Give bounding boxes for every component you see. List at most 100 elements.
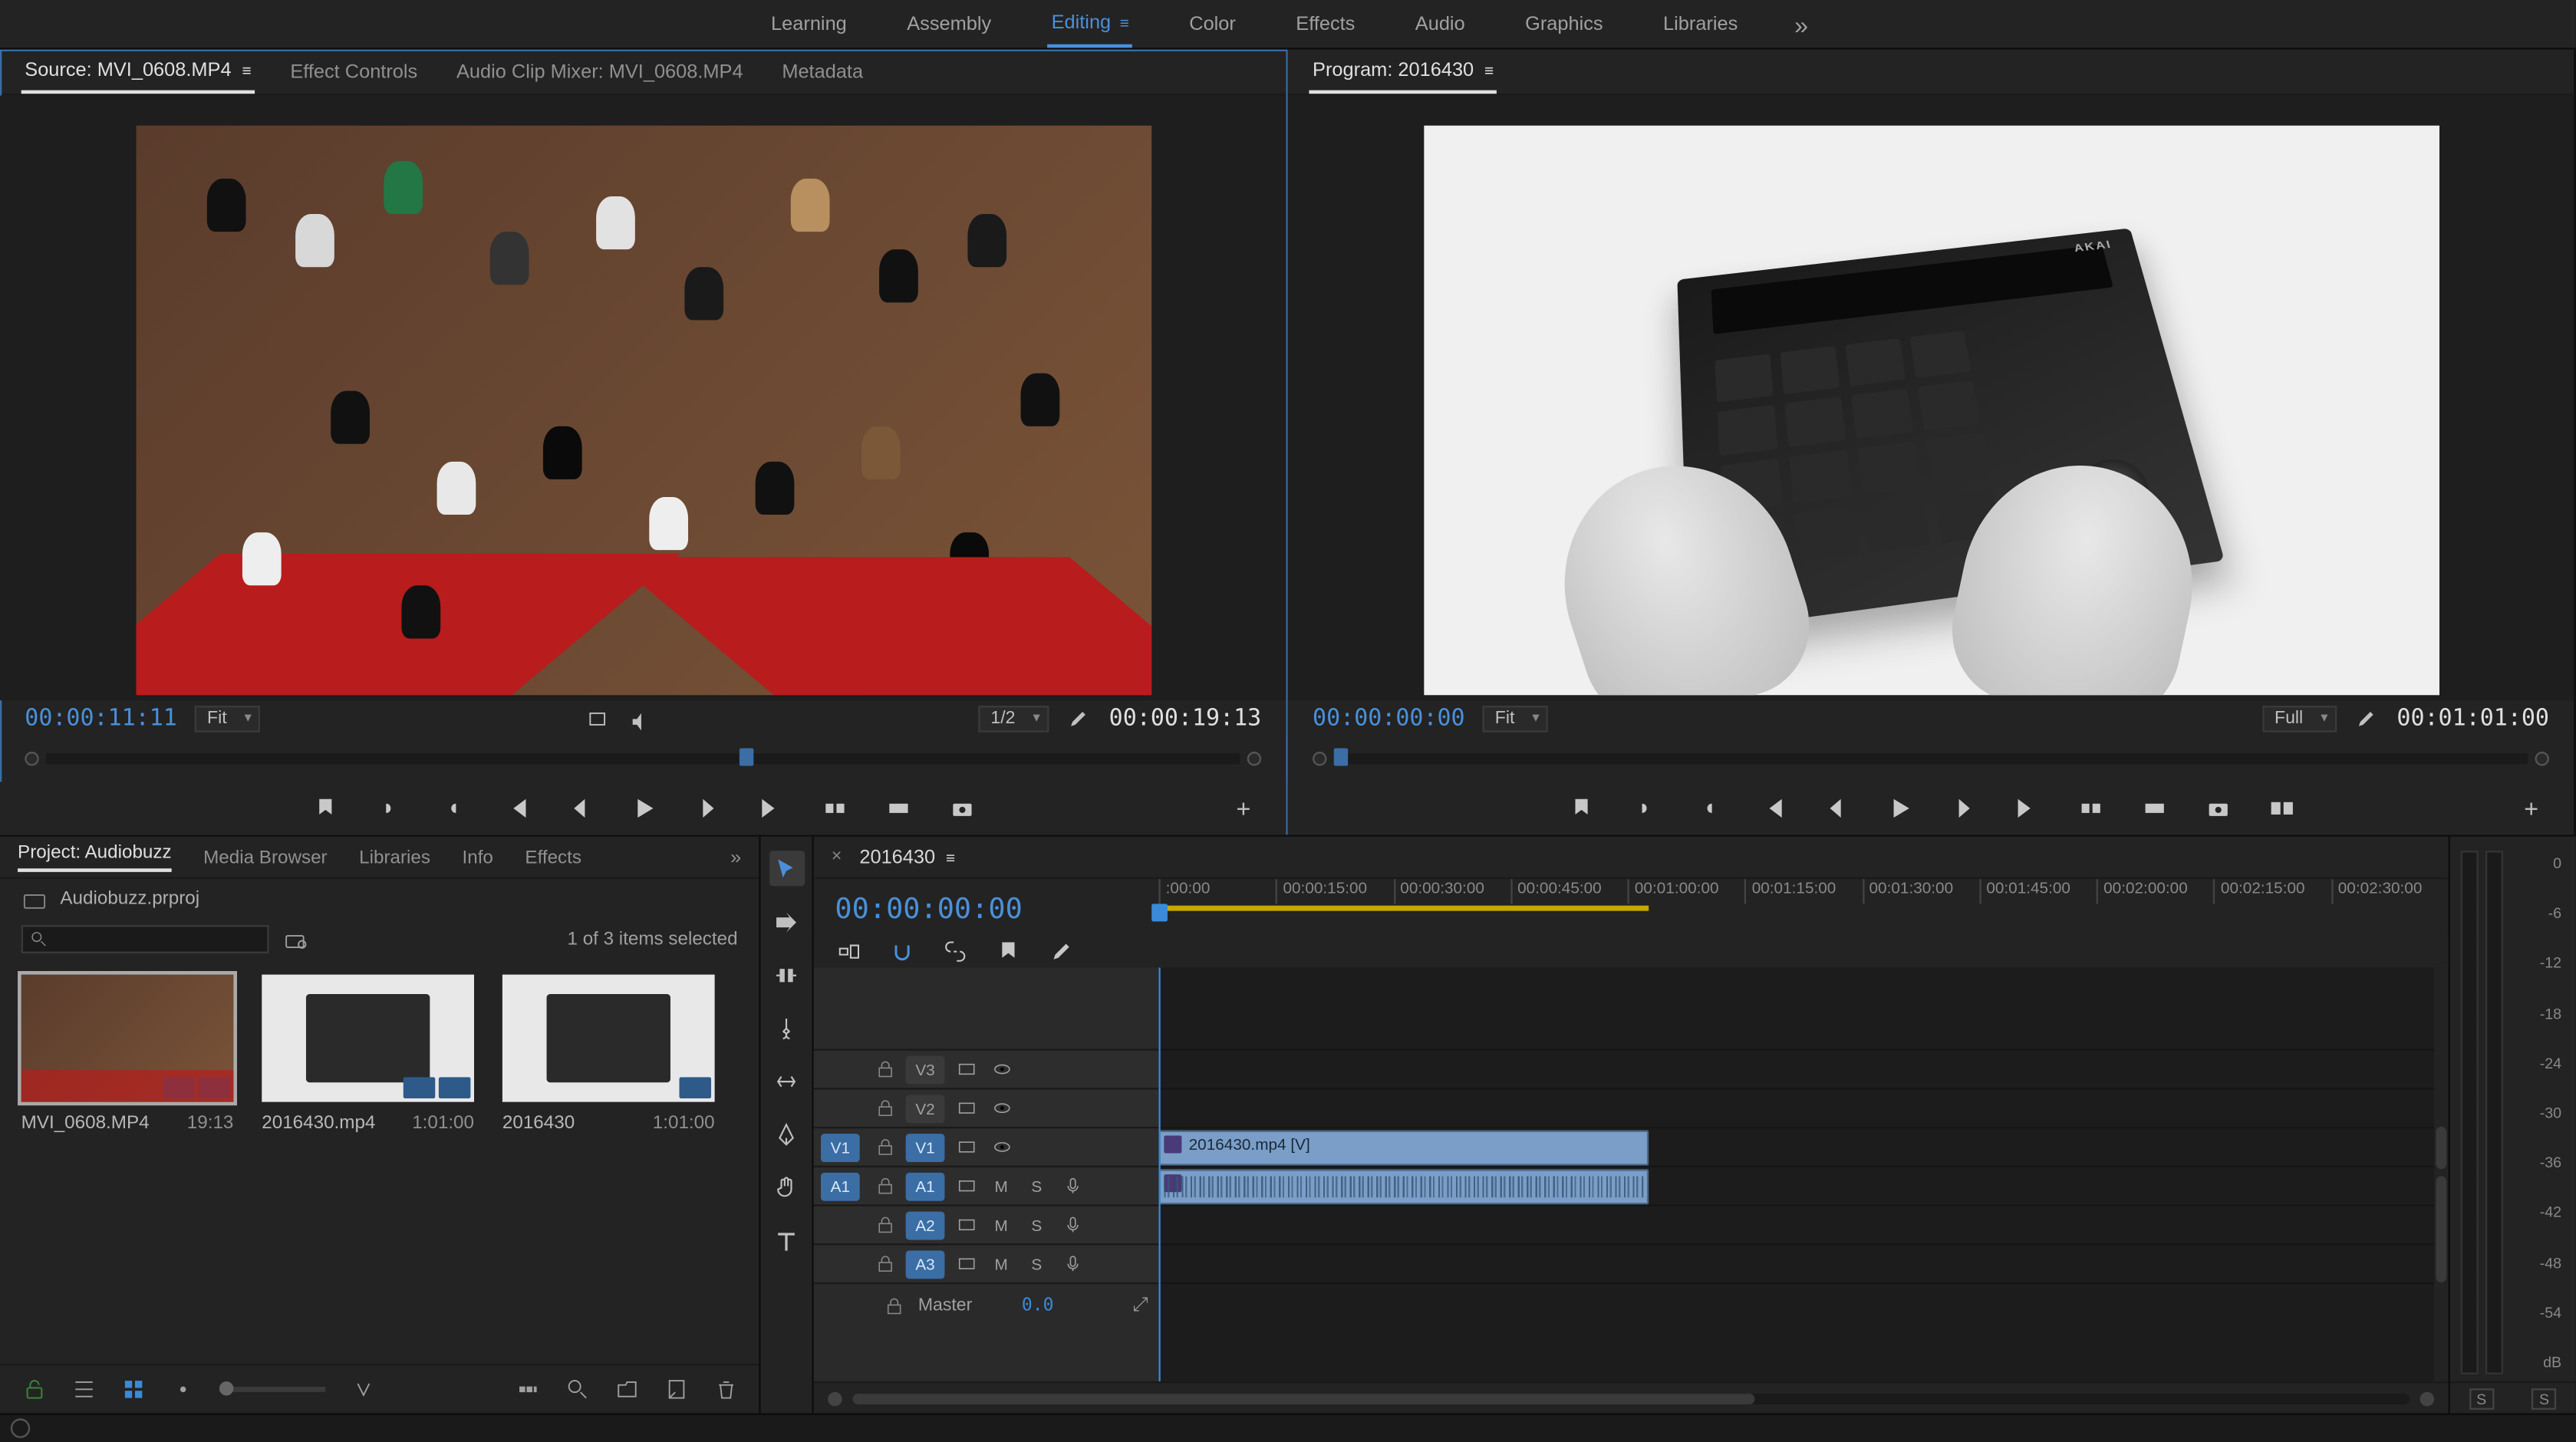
slip-tool[interactable] [769,1063,804,1098]
sync-lock-icon[interactable] [948,1215,983,1234]
project-tab-project[interactable]: Project: Audiobuzz [18,842,172,872]
track-target-badge[interactable]: V3 [906,1055,945,1084]
project-search-input[interactable] [21,925,269,953]
program-settings-icon[interactable] [2354,706,2379,730]
solo-button[interactable]: S [1019,1177,1054,1195]
selection-tool[interactable] [769,851,804,886]
new-bin-button[interactable] [614,1377,638,1401]
toggle-track-output-icon[interactable] [983,1059,1019,1078]
timeline-settings-button[interactable] [1047,937,1076,966]
source-resolution-select[interactable]: 1/2 [978,705,1049,732]
track-header-v1[interactable]: V1 V1 [814,1127,1159,1166]
program-zoom-select[interactable]: Fit [1483,705,1549,732]
timeline-horizontal-scrollbar[interactable] [852,1393,2409,1404]
list-view-button[interactable] [71,1377,95,1401]
voiceover-record-icon[interactable] [1054,1176,1089,1195]
step-back-button[interactable] [565,794,594,822]
lock-icon[interactable] [867,1059,902,1078]
drag-video-only-icon[interactable] [586,706,611,730]
timeline-zoom-in-handle[interactable] [2420,1391,2434,1405]
status-indicator-icon[interactable] [11,1418,30,1437]
lock-icon[interactable] [867,1215,902,1234]
mute-button[interactable]: M [983,1255,1019,1272]
thumbnail-size-slider[interactable] [219,1387,325,1392]
timeline-current-timecode[interactable]: 00:00:00:00 [835,891,1022,924]
track-header-v2[interactable]: V2 [814,1088,1159,1127]
workspace-tab-learning[interactable]: Learning [767,2,850,44]
source-tab-audio-mixer[interactable]: Audio Clip Mixer: MVI_0608.MP4 [453,52,746,91]
program-resolution-select[interactable]: Full [2262,705,2337,732]
find-button[interactable] [565,1377,589,1401]
prog-export-frame-button[interactable] [2203,794,2232,822]
sync-lock-icon[interactable] [948,1254,983,1273]
project-tab-media-browser[interactable]: Media Browser [203,846,327,868]
source-scrubber[interactable] [46,753,1240,764]
mark-in-button[interactable] [374,794,403,822]
work-area-bar[interactable] [1158,906,1649,911]
source-current-timecode[interactable]: 00:00:11:11 [25,705,177,732]
solo-button[interactable]: S [1019,1216,1054,1233]
lock-icon[interactable] [867,1098,902,1118]
prog-mark-out-button[interactable] [1694,794,1722,822]
track-target-badge[interactable]: A1 [906,1172,945,1200]
mute-button[interactable]: M [983,1177,1019,1195]
lock-icon[interactable] [867,1254,902,1273]
export-frame-button[interactable] [947,794,976,822]
source-settings-icon[interactable] [1066,706,1091,730]
voiceover-record-icon[interactable] [1054,1254,1089,1273]
program-button-editor[interactable]: + [2524,794,2538,822]
sync-lock-icon[interactable] [948,1137,983,1157]
workspace-tab-color[interactable]: Color [1186,2,1240,44]
bin-item[interactable]: 2016430.mp41:01:00 [262,975,474,1134]
project-tab-info[interactable]: Info [463,846,493,868]
track-header-v3[interactable]: V3 [814,1049,1159,1088]
mute-button[interactable]: M [983,1216,1019,1233]
workspace-tab-libraries[interactable]: Libraries [1659,2,1741,44]
project-bin-area[interactable]: MVI_0608.MP419:13 2016430.mp41:01:00 201… [0,960,759,1364]
source-patch-badge[interactable]: A1 [821,1172,860,1200]
workspace-overflow-button[interactable]: » [1794,10,1808,38]
source-zoom-select[interactable]: Fit [195,705,261,732]
workspace-tab-assembly[interactable]: Assembly [904,2,995,44]
timeline-playhead-handle[interactable] [1151,904,1168,921]
video-clip[interactable]: 2016430.mp4 [V] [1158,1131,1649,1166]
snap-toggle[interactable] [888,937,917,966]
source-button-editor[interactable]: + [1236,794,1250,822]
track-header-master[interactable]: Master 0.0 ⤢ [814,1282,1159,1328]
sort-icons-button[interactable] [351,1377,375,1401]
solo-left-button[interactable]: S [2469,1388,2494,1409]
timeline-ruler[interactable]: :00:0000:00:15:0000:00:30:0000:00:45:000… [1158,879,2448,936]
track-target-badge[interactable]: A2 [906,1210,945,1239]
add-marker-button[interactable] [311,794,339,822]
timeline-track-area[interactable]: 2016430.mp4 [V] [1158,967,2448,1381]
prog-mark-in-button[interactable] [1630,794,1659,822]
prog-step-back-button[interactable] [1821,794,1850,822]
sync-lock-icon[interactable] [948,1098,983,1118]
track-target-badge[interactable]: A3 [906,1249,945,1278]
ripple-edit-tool[interactable] [769,957,804,993]
bin-thumbnail[interactable] [502,975,715,1102]
linked-selection-toggle[interactable] [941,937,970,966]
type-tool[interactable] [769,1222,804,1257]
project-overflow-button[interactable]: » [730,846,741,868]
source-scrub-end[interactable] [1247,752,1261,765]
sync-lock-icon[interactable] [948,1059,983,1078]
source-tab-source[interactable]: Source: MVI_0608.MP4≡ [21,51,255,93]
close-sequence-button[interactable]: × [832,848,842,867]
program-playhead[interactable] [1334,748,1348,765]
program-current-timecode[interactable]: 00:00:00:00 [1313,705,1465,732]
prog-add-marker-button[interactable] [1566,794,1595,822]
insert-button[interactable] [820,794,848,822]
bin-thumbnail[interactable] [262,975,474,1102]
track-target-badge[interactable]: V2 [906,1094,945,1122]
voiceover-record-icon[interactable] [1054,1215,1089,1234]
bin-item[interactable]: 20164301:01:00 [502,975,715,1134]
hand-tool[interactable] [769,1169,804,1204]
new-item-button[interactable] [664,1377,688,1401]
track-header-a3[interactable]: A3 M S [814,1243,1159,1282]
track-header-a2[interactable]: A2 M S [814,1204,1159,1243]
sequence-tab[interactable]: 2016430≡ [859,846,955,868]
source-tab-metadata[interactable]: Metadata [779,52,867,91]
workspace-tab-editing[interactable]: Editing≡ [1048,1,1132,47]
freeform-view-button[interactable] [170,1377,194,1401]
